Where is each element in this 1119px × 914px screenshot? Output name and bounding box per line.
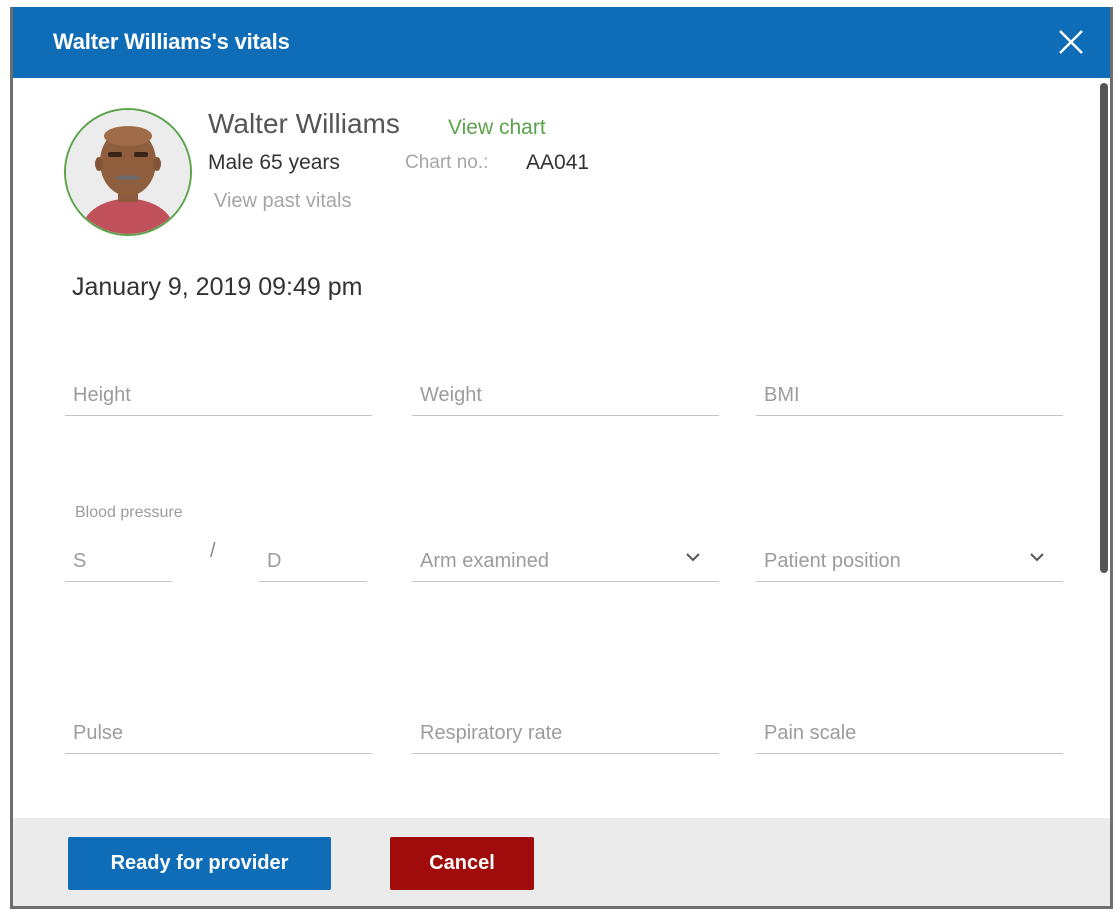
- respiratory-rate-input[interactable]: Respiratory rate: [412, 714, 719, 754]
- vitals-dialog: Walter Williams's vitals Walter Williams…: [10, 7, 1113, 909]
- dialog-title: Walter Williams's vitals: [53, 29, 290, 54]
- chart-number-value: AA041: [526, 151, 590, 174]
- respiratory-rate-placeholder: Respiratory rate: [420, 722, 563, 744]
- systolic-input[interactable]: S: [65, 542, 172, 582]
- diastolic-placeholder: D: [267, 550, 282, 572]
- pain-scale-input[interactable]: Pain scale: [756, 714, 1063, 754]
- dialog-footer: Ready for provider Cancel: [13, 818, 1110, 906]
- bp-separator: /: [210, 540, 216, 562]
- cancel-button[interactable]: Cancel: [390, 837, 534, 890]
- pulse-placeholder: Pulse: [73, 722, 124, 744]
- recorded-datetime: January 9, 2019 09:49 pm: [72, 273, 363, 301]
- blood-pressure-label: Blood pressure: [75, 504, 183, 521]
- ready-for-provider-button[interactable]: Ready for provider: [68, 837, 331, 890]
- bmi-placeholder: BMI: [764, 384, 800, 406]
- patient-name: Walter Williams: [208, 108, 400, 139]
- weight-input[interactable]: Weight: [412, 376, 719, 416]
- patient-position-placeholder: Patient position: [764, 550, 901, 572]
- pain-scale-placeholder: Pain scale: [764, 722, 857, 744]
- patient-age: 65 years: [259, 151, 340, 174]
- patient-demographics: Male 65 years: [208, 151, 340, 175]
- pulse-input[interactable]: Pulse: [65, 714, 372, 754]
- patient-gender: Male: [208, 151, 254, 174]
- arm-examined-select[interactable]: Arm examined: [412, 542, 719, 582]
- bmi-input[interactable]: BMI: [756, 376, 1063, 416]
- scrollbar[interactable]: [1100, 83, 1108, 573]
- close-icon[interactable]: [1056, 27, 1086, 57]
- chevron-down-icon: [1029, 549, 1045, 567]
- chevron-down-icon: [685, 549, 701, 567]
- chart-number-label: Chart no.:: [405, 152, 489, 173]
- patient-avatar: [64, 108, 192, 236]
- height-placeholder: Height: [73, 384, 131, 406]
- view-chart-link[interactable]: View chart: [448, 116, 546, 140]
- weight-placeholder: Weight: [420, 384, 482, 406]
- height-input[interactable]: Height: [65, 376, 372, 416]
- patient-position-select[interactable]: Patient position: [756, 542, 1063, 582]
- arm-examined-placeholder: Arm examined: [420, 550, 549, 572]
- systolic-placeholder: S: [73, 550, 87, 572]
- diastolic-input[interactable]: D: [259, 542, 367, 582]
- view-past-vitals-link[interactable]: View past vitals: [214, 190, 351, 213]
- dialog-header: Walter Williams's vitals: [13, 7, 1110, 78]
